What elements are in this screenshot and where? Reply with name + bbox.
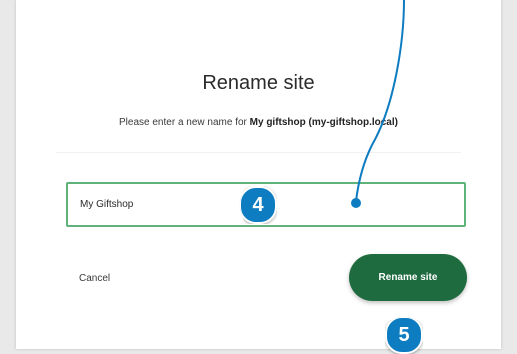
dialog-title: Rename site — [202, 72, 315, 94]
callout-step-5: 5 — [385, 316, 423, 354]
divider — [56, 152, 461, 153]
rename-site-button[interactable]: Rename site — [349, 254, 467, 301]
callout-step-4: 4 — [239, 186, 277, 224]
subtitle-prefix: Please enter a new name for — [119, 117, 250, 128]
rename-site-dialog: Rename site Please enter a new name for … — [16, 0, 501, 349]
subtitle-site-name: My giftshop (my-giftshop.local) — [249, 117, 398, 128]
dialog-subtitle: Please enter a new name for My giftshop … — [16, 117, 501, 128]
cancel-button[interactable]: Cancel — [79, 273, 110, 284]
